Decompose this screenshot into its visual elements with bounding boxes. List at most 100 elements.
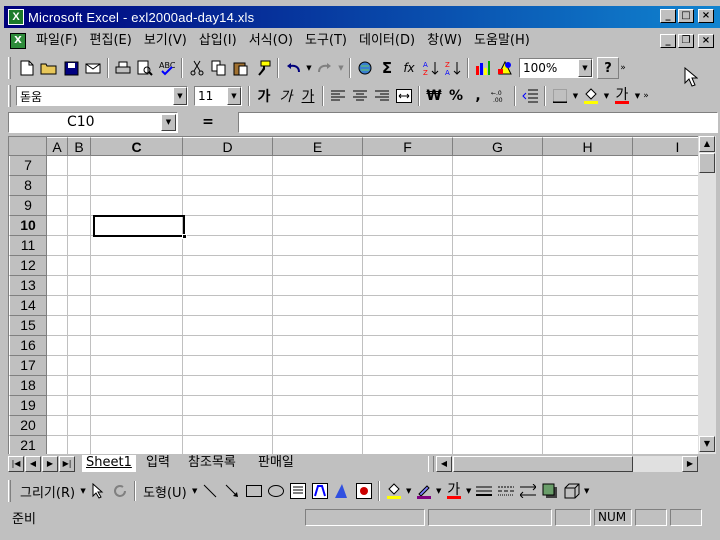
zoom-dropdown-arrow[interactable]: ▼ bbox=[578, 59, 592, 77]
draw-menu-dropdown[interactable]: ▼ bbox=[79, 480, 87, 502]
borders-button[interactable] bbox=[549, 85, 571, 107]
align-center-button[interactable] bbox=[349, 85, 371, 107]
format-painter-button[interactable] bbox=[252, 57, 274, 79]
sort-descending-button[interactable]: ZA bbox=[442, 57, 464, 79]
row-header-14[interactable]: 14 bbox=[9, 296, 47, 316]
percent-style-button[interactable]: % bbox=[445, 85, 467, 107]
doc-restore-button[interactable]: ❐ bbox=[678, 34, 694, 48]
horizontal-scroll-thumb[interactable] bbox=[453, 456, 633, 472]
arrow-button[interactable] bbox=[221, 480, 243, 502]
row-header-17[interactable]: 17 bbox=[9, 356, 47, 376]
sheet-tab-sales-day[interactable]: 판매일 bbox=[254, 455, 298, 472]
hyperlink-button[interactable] bbox=[354, 57, 376, 79]
shadow-button[interactable] bbox=[539, 480, 561, 502]
column-header-h[interactable]: H bbox=[543, 137, 633, 156]
column-header-g[interactable]: G bbox=[453, 137, 543, 156]
font-size-dropdown-arrow[interactable]: ▼ bbox=[227, 87, 241, 105]
fill-color-button[interactable] bbox=[580, 85, 602, 107]
fill-handle[interactable] bbox=[182, 234, 187, 239]
menu-format[interactable]: 서식(O) bbox=[243, 31, 299, 51]
scroll-left-button[interactable]: ◀ bbox=[436, 456, 452, 472]
tab-split-handle[interactable] bbox=[428, 456, 434, 472]
last-sheet-button[interactable]: ▶| bbox=[59, 456, 75, 472]
row-header-8[interactable]: 8 bbox=[9, 176, 47, 196]
row-header-18[interactable]: 18 bbox=[9, 376, 47, 396]
menu-data[interactable]: 데이터(D) bbox=[353, 31, 421, 51]
font-name-select[interactable]: 돋움 ▼ bbox=[16, 86, 188, 106]
next-sheet-button[interactable]: ▶ bbox=[42, 456, 58, 472]
row-header-20[interactable]: 20 bbox=[9, 416, 47, 436]
open-button[interactable] bbox=[38, 57, 60, 79]
row-header-7[interactable]: 7 bbox=[9, 156, 47, 176]
rectangle-button[interactable] bbox=[243, 480, 265, 502]
menu-window[interactable]: 창(W) bbox=[421, 31, 468, 51]
autosum-button[interactable]: Σ bbox=[376, 57, 398, 79]
worksheet-grid[interactable]: A B C D E F G H I 7 8 9 10 11 12 13 14 1… bbox=[8, 136, 698, 454]
paste-button[interactable] bbox=[230, 57, 252, 79]
redo-button[interactable] bbox=[314, 57, 336, 79]
sheet-tab-input[interactable]: 입력 bbox=[142, 455, 174, 472]
row-header-21[interactable]: 21 bbox=[9, 436, 47, 454]
line-button[interactable] bbox=[199, 480, 221, 502]
font-size-select[interactable]: 11 ▼ bbox=[194, 86, 242, 106]
close-button[interactable]: × bbox=[698, 9, 714, 23]
italic-button[interactable]: 가 bbox=[275, 85, 297, 107]
redo-dropdown[interactable]: ▼ bbox=[336, 57, 346, 79]
spelling-button[interactable]: ABC bbox=[156, 57, 178, 79]
menu-help[interactable]: 도움말(H) bbox=[468, 31, 536, 51]
arrow-style-button[interactable] bbox=[517, 480, 539, 502]
underline-button[interactable]: 가 bbox=[297, 85, 319, 107]
row-header-16[interactable]: 16 bbox=[9, 336, 47, 356]
row-header-15[interactable]: 15 bbox=[9, 316, 47, 336]
borders-dropdown[interactable]: ▼ bbox=[571, 85, 580, 107]
chart-wizard-button[interactable] bbox=[472, 57, 494, 79]
sheet-tab-sheet1[interactable]: Sheet1 bbox=[82, 455, 136, 472]
merge-center-button[interactable] bbox=[393, 85, 415, 107]
increase-decimal-button[interactable]: ←.0.00 bbox=[489, 85, 511, 107]
font-name-dropdown-arrow[interactable]: ▼ bbox=[173, 87, 187, 105]
row-header-9[interactable]: 9 bbox=[9, 196, 47, 216]
horizontal-scrollbar[interactable]: ◀ ▶ bbox=[436, 456, 698, 472]
name-box-dropdown-arrow[interactable]: ▼ bbox=[161, 113, 176, 131]
select-all-corner[interactable] bbox=[9, 137, 47, 156]
insert-clipart-button[interactable] bbox=[353, 480, 375, 502]
scroll-up-button[interactable]: ▲ bbox=[699, 136, 715, 152]
column-header-b[interactable]: B bbox=[68, 137, 91, 156]
bold-button[interactable]: 가 bbox=[253, 85, 275, 107]
column-header-a[interactable]: A bbox=[47, 137, 68, 156]
free-rotate-button[interactable] bbox=[109, 480, 131, 502]
insert-wordart-button[interactable] bbox=[331, 480, 353, 502]
autoshapes-menu-button[interactable]: 도형(U) bbox=[139, 482, 191, 501]
font-color-button[interactable]: 가 bbox=[611, 85, 633, 107]
draw-fill-color-dropdown[interactable]: ▼ bbox=[405, 480, 413, 502]
standard-toolbar-more[interactable]: » bbox=[619, 57, 627, 79]
doc-close-button[interactable]: × bbox=[698, 34, 714, 48]
scroll-right-button[interactable]: ▶ bbox=[682, 456, 698, 472]
zoom-select[interactable]: 100% ▼ bbox=[519, 58, 593, 78]
menu-view[interactable]: 보기(V) bbox=[138, 31, 193, 51]
column-header-f[interactable]: F bbox=[363, 137, 453, 156]
dash-style-button[interactable] bbox=[495, 480, 517, 502]
minimize-button[interactable]: _ bbox=[660, 9, 676, 23]
menu-edit[interactable]: 편집(E) bbox=[84, 31, 138, 51]
save-button[interactable] bbox=[60, 57, 82, 79]
column-header-c[interactable]: C bbox=[91, 137, 183, 156]
formula-input[interactable] bbox=[238, 111, 718, 133]
toolbar-grip[interactable] bbox=[8, 480, 11, 502]
email-button[interactable] bbox=[82, 57, 104, 79]
workbook-icon[interactable]: X bbox=[10, 33, 26, 49]
sheet-tab-reference-list[interactable]: 참조목록 bbox=[184, 455, 240, 472]
maximize-button[interactable]: □ bbox=[678, 9, 694, 23]
previous-sheet-button[interactable]: ◀ bbox=[25, 456, 41, 472]
autoshapes-menu-dropdown[interactable]: ▼ bbox=[191, 480, 199, 502]
row-header-10[interactable]: 10 bbox=[9, 216, 47, 236]
oval-button[interactable] bbox=[265, 480, 287, 502]
line-color-dropdown[interactable]: ▼ bbox=[435, 480, 443, 502]
draw-menu-button[interactable]: 그리기(R) bbox=[16, 482, 79, 501]
drawing-button[interactable] bbox=[494, 57, 516, 79]
row-header-12[interactable]: 12 bbox=[9, 256, 47, 276]
row-header-19[interactable]: 19 bbox=[9, 396, 47, 416]
draw-font-color-button[interactable]: 가 bbox=[443, 480, 465, 502]
undo-dropdown[interactable]: ▼ bbox=[304, 57, 314, 79]
toolbar-grip[interactable] bbox=[8, 85, 11, 107]
